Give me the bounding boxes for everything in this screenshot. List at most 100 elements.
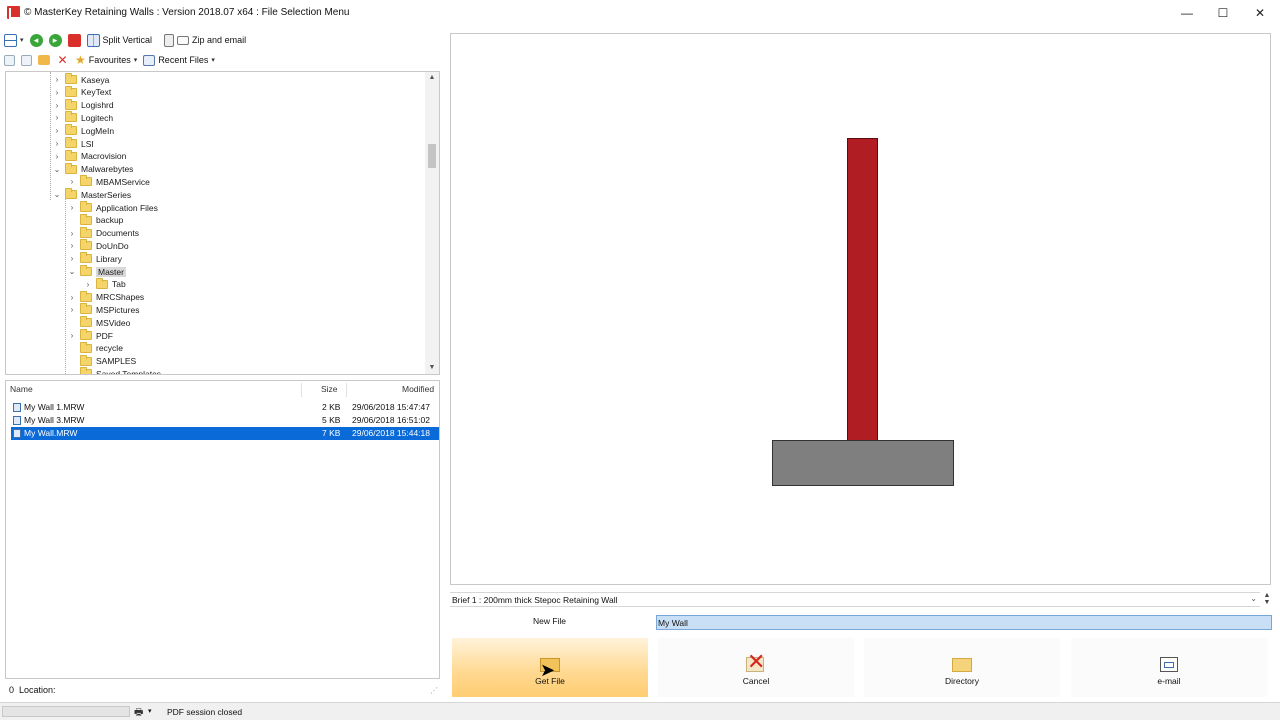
recent-files-button[interactable]: Recent Files ▾: [143, 54, 215, 66]
folder-icon: [65, 73, 77, 84]
folder-icon: [80, 290, 92, 302]
tree-item[interactable]: › Kaseya: [52, 73, 109, 86]
scroll-down-icon[interactable]: ▼: [425, 362, 439, 374]
toolbar-top: ▾ ◂ ▸ Split Vertical Zip and email: [4, 31, 246, 49]
masterseries-icon[interactable]: [67, 33, 81, 47]
wall-preview: [450, 33, 1271, 585]
tree-item[interactable]: › DoUnDo: [67, 239, 129, 252]
folder-icon: [65, 149, 77, 161]
directory-button[interactable]: Directory: [864, 638, 1060, 697]
tree-item[interactable]: › MBAMService: [67, 175, 150, 188]
tree-item[interactable]: › Logishrd: [52, 98, 114, 112]
envelope-icon: [177, 35, 190, 45]
toolbar-bottom: ✕ ★ Favourites ▾ Recent Files ▾: [4, 51, 215, 69]
tree-item[interactable]: SAMPLES: [67, 354, 136, 368]
tree-item[interactable]: ⌄ MasterSeries: [52, 188, 131, 201]
tree-item[interactable]: › Application Files: [67, 201, 158, 214]
printer-caret-icon[interactable]: ▾: [148, 707, 152, 715]
view-menu-button[interactable]: ▾: [4, 33, 24, 47]
favourites-button[interactable]: ★ Favourites ▾: [75, 53, 137, 67]
get-file-button[interactable]: Get File ➤: [452, 638, 648, 697]
expand-chevron-icon[interactable]: ›: [52, 88, 62, 97]
expand-chevron-icon[interactable]: ›: [52, 113, 62, 122]
expand-chevron-icon[interactable]: ›: [52, 75, 62, 84]
close-button[interactable]: ✕: [1237, 0, 1280, 26]
email-button[interactable]: e-mail: [1071, 638, 1267, 697]
tree-item-label: MSVideo: [96, 317, 131, 328]
expand-chevron-icon[interactable]: ›: [52, 152, 62, 161]
expand-chevron-icon[interactable]: ›: [83, 280, 93, 289]
expand-chevron-icon[interactable]: ›: [67, 305, 77, 314]
tree-item[interactable]: › MSPictures: [67, 303, 139, 316]
column-header-modified[interactable]: Modified: [402, 384, 434, 396]
tree-item[interactable]: ⌄ Master: [67, 265, 126, 278]
brief-select[interactable]: Brief 1 : 200mm thick Stepoc Retaining W…: [450, 592, 1260, 607]
tree-scrollbar[interactable]: ▲ ▼: [425, 72, 439, 374]
new-file-name-input[interactable]: [656, 615, 1272, 630]
folder-tree[interactable]: › Kaseya › KeyText › Logishrd › Logitech › LogMeI…: [5, 71, 440, 375]
forward-arrow-icon[interactable]: ▸: [48, 33, 62, 47]
expand-chevron-icon[interactable]: ›: [52, 101, 62, 110]
expand-chevron-icon[interactable]: ›: [67, 331, 77, 340]
folder-icon: [65, 162, 77, 174]
expand-chevron-icon[interactable]: ›: [67, 254, 77, 263]
scroll-thumb[interactable]: [428, 144, 436, 168]
tree-item-label: LogMeIn: [81, 125, 115, 136]
tree-item[interactable]: backup: [67, 213, 123, 227]
expand-icon[interactable]: [21, 54, 32, 66]
file-row[interactable]: My Wall 3.MRW 5 KB 29/06/2018 16:51:02: [11, 414, 439, 427]
tree-item[interactable]: › Library: [67, 252, 122, 265]
expand-chevron-icon[interactable]: ›: [67, 177, 77, 186]
tree-item[interactable]: › KeyText: [52, 85, 111, 99]
collapse-chevron-icon[interactable]: ⌄: [67, 267, 77, 276]
collapse-chevron-icon[interactable]: ⌄: [52, 165, 62, 174]
file-row-selected[interactable]: My Wall.MRW 7 KB 29/06/2018 15:44:18: [11, 427, 439, 440]
location-label: Location:: [19, 685, 56, 695]
tree-item[interactable]: recycle: [67, 341, 123, 355]
folder-icon: [80, 239, 92, 251]
zip-email-button[interactable]: Zip and email: [164, 33, 246, 47]
tree-item[interactable]: › Macrovision: [52, 149, 126, 163]
tree-item[interactable]: › PDF: [67, 329, 113, 342]
tree-item[interactable]: › LSI: [52, 137, 94, 150]
brief-dropdown-icon[interactable]: ⌄: [1250, 594, 1257, 603]
tree-item[interactable]: › LogMeIn: [52, 124, 114, 137]
tree-item[interactable]: › MRCShapes: [67, 290, 144, 304]
file-row[interactable]: My Wall 1.MRW 2 KB 29/06/2018 15:47:47: [11, 401, 439, 414]
expand-chevron-icon[interactable]: ›: [67, 203, 77, 212]
column-header-name[interactable]: Name: [10, 384, 33, 396]
expand-chevron-icon[interactable]: ›: [67, 229, 77, 238]
expand-chevron-icon[interactable]: ›: [52, 126, 62, 135]
scroll-up-icon[interactable]: ▲: [425, 72, 439, 84]
expand-chevron-icon[interactable]: ›: [52, 139, 62, 148]
split-vertical-button[interactable]: Split Vertical: [86, 33, 152, 47]
collapse-chevron-icon[interactable]: ⌄: [52, 190, 62, 199]
back-arrow-icon[interactable]: ◂: [29, 33, 43, 47]
folder-icon: [80, 316, 92, 328]
delete-icon[interactable]: ✕: [56, 53, 69, 67]
cancel-icon: ✕: [746, 649, 766, 674]
tree-item[interactable]: Saved Templates: [67, 367, 161, 374]
collapse-icon[interactable]: [4, 54, 15, 66]
expand-chevron-icon[interactable]: ›: [67, 241, 77, 250]
resize-grip-icon[interactable]: ⋰: [430, 686, 438, 695]
brief-spinner[interactable]: ▲ ▼: [1262, 592, 1272, 608]
file-list[interactable]: Name Size Modified My Wall 1.MRW 2 KB 29…: [5, 380, 440, 679]
tree-item-label: Logitech: [81, 112, 114, 123]
tree-item[interactable]: ⌄ Malwarebytes: [52, 162, 133, 176]
file-size: 5 KB: [322, 415, 341, 425]
tree-item[interactable]: › Tab: [83, 277, 126, 291]
tree-item[interactable]: › Logitech: [52, 111, 113, 124]
cancel-button[interactable]: ✕ Cancel: [658, 638, 854, 697]
expand-chevron-icon[interactable]: ›: [67, 293, 77, 302]
tree-item-label: DoUnDo: [96, 240, 129, 251]
tree-item[interactable]: MSVideo: [67, 316, 130, 329]
folder-icon: [96, 277, 108, 289]
folder-icon: [80, 367, 92, 374]
grid-view-icon: [4, 33, 17, 47]
printer-icon[interactable]: 🖶: [134, 705, 143, 722]
refresh-folder-icon[interactable]: [38, 55, 50, 65]
column-header-size[interactable]: Size: [321, 384, 338, 396]
folder-icon: [65, 111, 77, 123]
tree-item[interactable]: › Documents: [67, 226, 139, 240]
